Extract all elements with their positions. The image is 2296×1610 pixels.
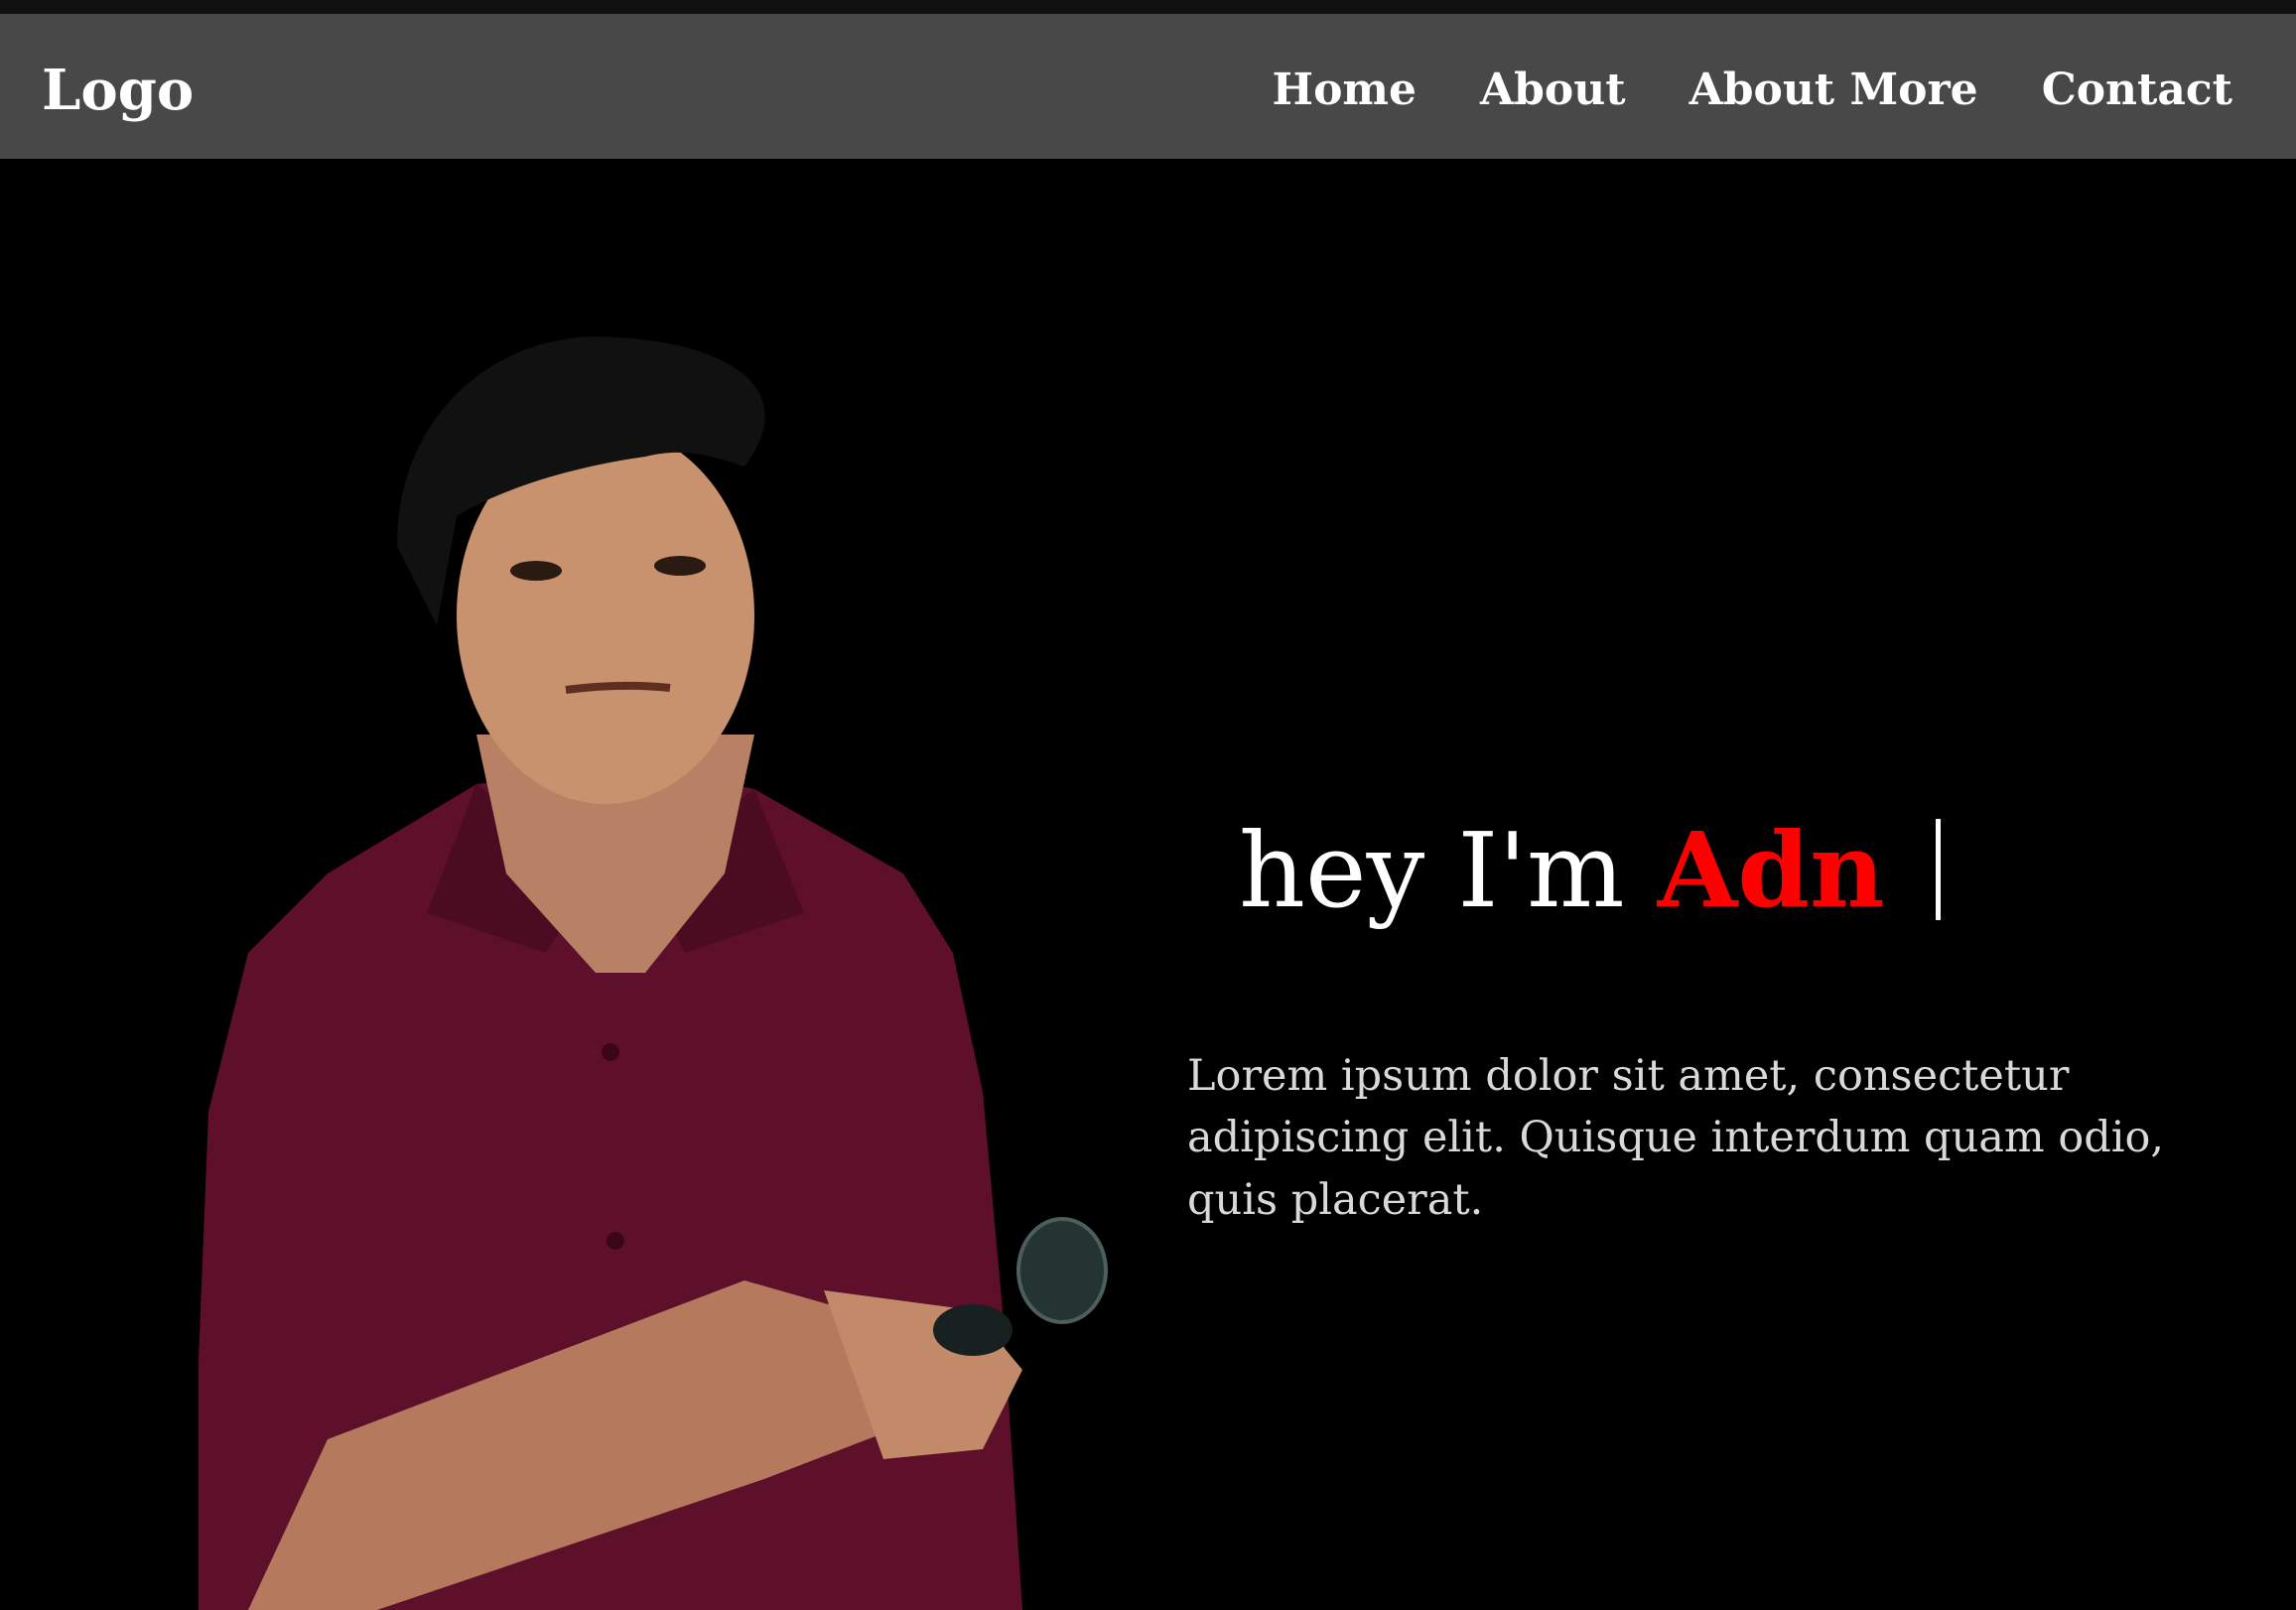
hero-name: Adn [1657, 809, 1885, 931]
profile-photo [199, 336, 1108, 1610]
nav-link-about[interactable]: About [1480, 60, 1626, 121]
hero-heading: hey I'm Adn [1239, 809, 1941, 933]
nav-link-about-more[interactable]: About More [1689, 60, 1978, 121]
right-eye [654, 556, 706, 576]
navbar: Logo Home About About More Contact [0, 14, 2296, 159]
nav-links: Home About About More Contact [1273, 60, 2233, 121]
sunglasses-lens-2 [933, 1304, 1013, 1356]
text-cursor [1935, 819, 1941, 920]
left-eye [510, 561, 562, 581]
mouth [565, 681, 671, 694]
nav-link-contact[interactable]: Contact [2042, 60, 2232, 121]
shirt-button-2 [607, 1232, 624, 1250]
greeting-text: hey I'm [1239, 810, 1625, 931]
logo[interactable]: Logo [42, 52, 194, 129]
sunglasses-lens [1016, 1217, 1108, 1324]
shirt-button [602, 1043, 619, 1061]
hero-description: Lorem ipsum dolor sit amet, consectetur … [1187, 1051, 2165, 1225]
top-strip [0, 0, 2296, 14]
nav-link-home[interactable]: Home [1273, 60, 1417, 121]
page: Logo Home About About More Contact hey I… [0, 0, 2296, 1610]
